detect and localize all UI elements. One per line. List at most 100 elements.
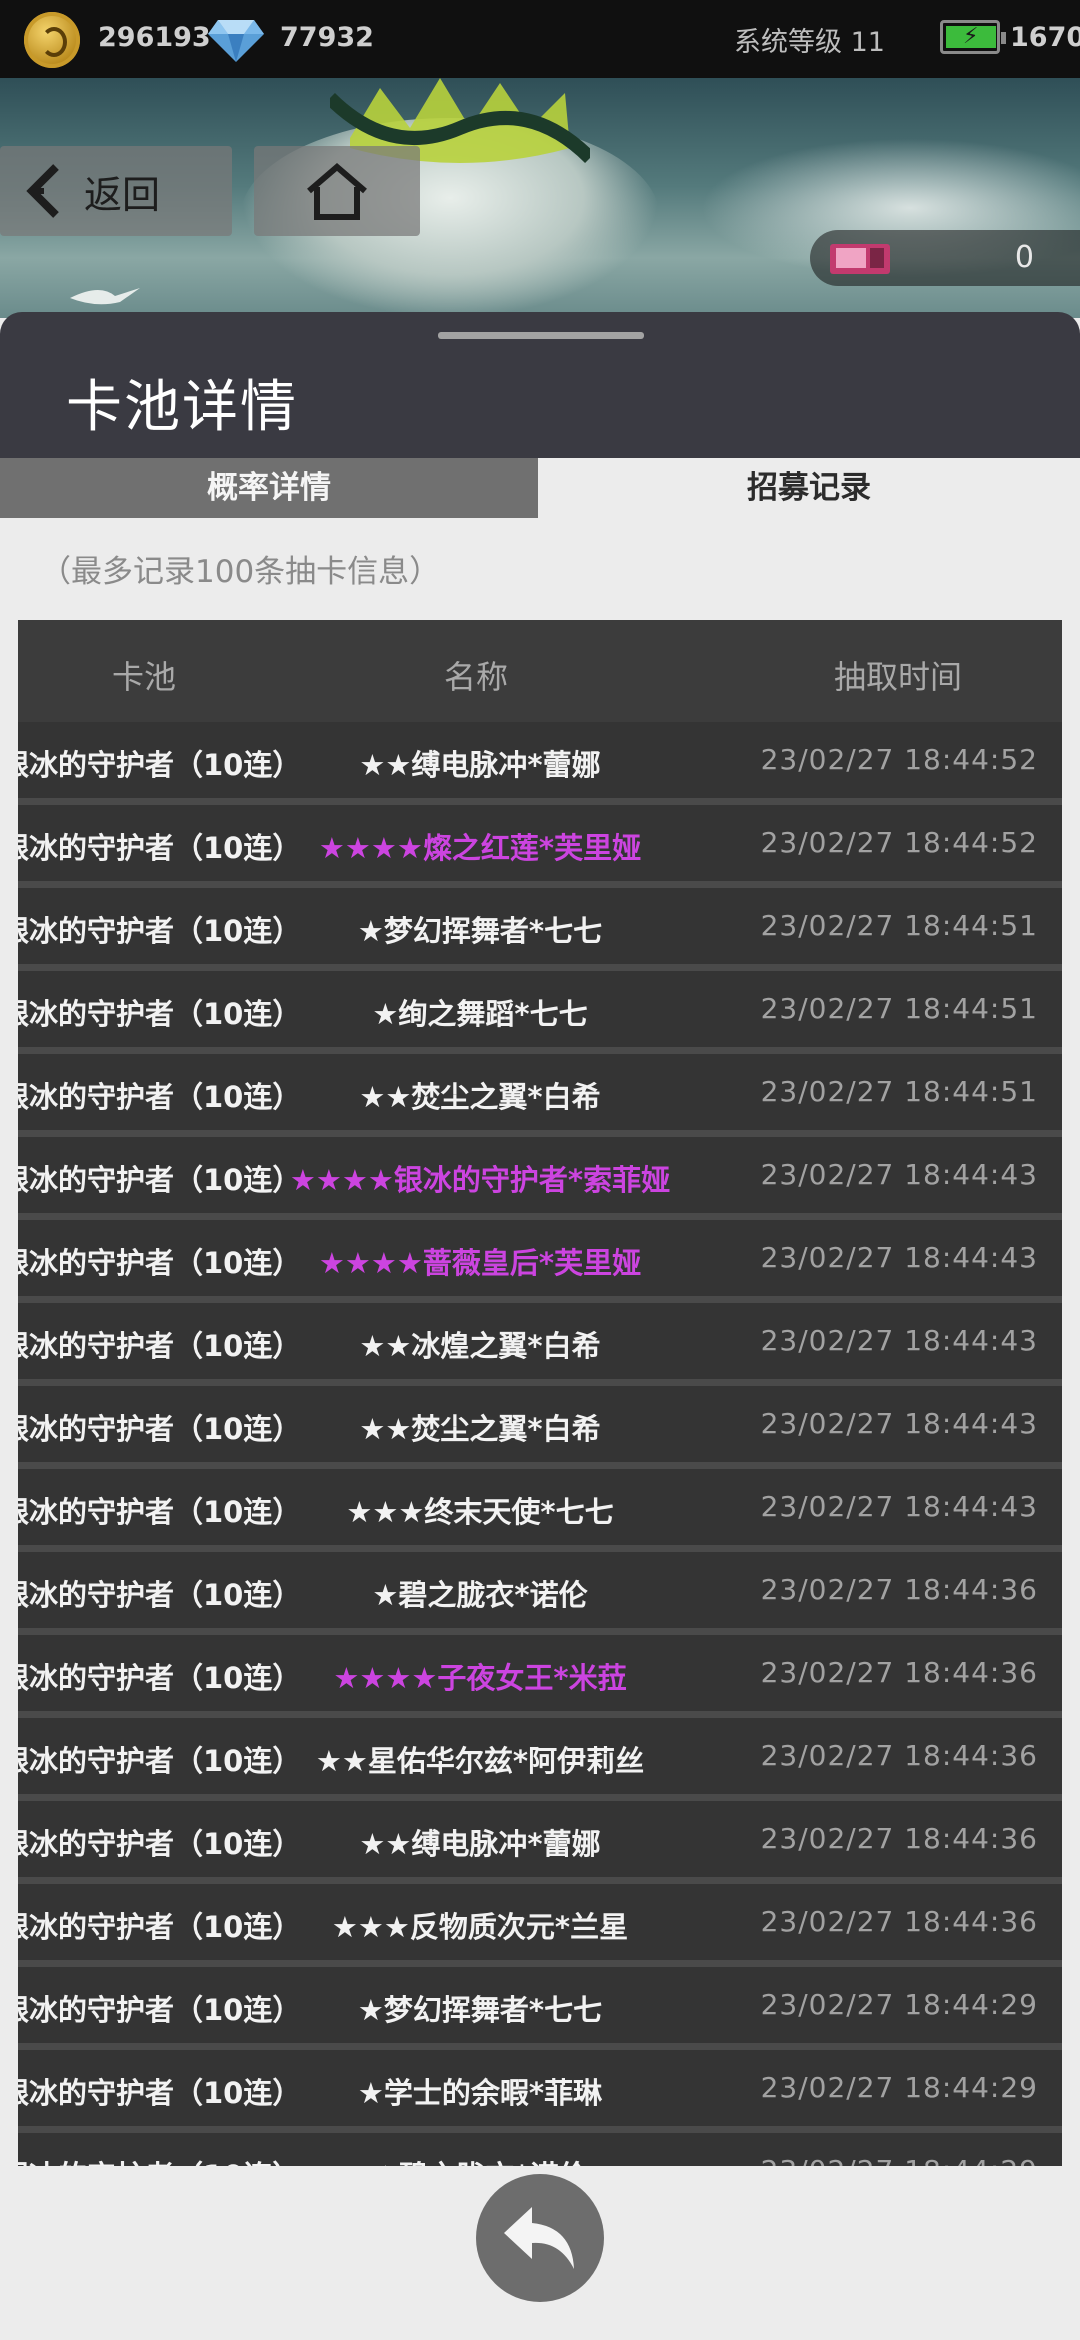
draw-time-cell: 23/02/27 18:44:29: [760, 2071, 1038, 2104]
pool-cell: 银冰的守护者（10连）: [18, 1080, 302, 1114]
table-row: 银冰的守护者（10连） ★梦幻挥舞者*七七 23/02/27 18:44:29: [18, 1967, 1062, 2050]
draw-time-cell: 23/02/27 18:44:51: [760, 1075, 1038, 1108]
table-row: 银冰的守护者（10连） ★碧之胧衣*诺伦 23/02/27 18:44:29: [18, 2133, 1062, 2166]
page-title: 卡池详情: [66, 375, 298, 440]
table-row: 银冰的守护者（10连） ★★★★子夜女王*米菈 23/02/27 18:44:36: [18, 1635, 1062, 1718]
table-row: 银冰的守护者（10连） ★★★★银冰的守护者*索菲娅 23/02/27 18:44:…: [18, 1137, 1062, 1220]
draw-time-cell: 23/02/27 18:44:29: [761, 2154, 1038, 2166]
header-pool: 卡池: [112, 658, 177, 696]
sheet-header: 卡池详情: [0, 312, 1080, 458]
draw-time-cell: 23/02/27 18:44:36: [760, 1656, 1038, 1689]
status-bar: 296193 77932 系统等级 11 ⚡ 1670: [0, 0, 1080, 78]
table-row: 银冰的守护者（10连） ★★★★燦之红莲*芙里娅 23/02/27 18:44:52: [18, 805, 1062, 888]
card-name-cell: ★★缚电脉冲*蕾娜: [359, 1827, 601, 1861]
table-row: 银冰的守护者（10连） ★★星佑华尔兹*阿伊莉丝 23/02/27 18:44:36: [18, 1718, 1062, 1801]
draw-time-cell: 23/02/27 18:44:43: [760, 1158, 1038, 1191]
card-name-cell: ★★★★蔷薇皇后*芙里娅: [318, 1246, 642, 1280]
card-name-cell: ★绚之舞蹈*七七: [372, 997, 588, 1031]
draw-time-cell: 23/02/27 18:44:43: [760, 1324, 1038, 1357]
draw-time-cell: 23/02/27 18:44:51: [760, 909, 1038, 942]
pool-cell: 银冰的守护者（10连）: [18, 2076, 302, 2110]
card-name-cell: ★★★★银冰的守护者*索菲娅: [289, 1163, 671, 1197]
draw-time-cell: 23/02/27 18:44:52: [760, 743, 1038, 776]
draw-time-cell: 23/02/27 18:44:43: [760, 1490, 1038, 1523]
table-row: 银冰的守护者（10连） ★★焚尘之翼*白希 23/02/27 18:44:43: [18, 1386, 1062, 1469]
pool-cell: 银冰的守护者（10连）: [18, 1329, 302, 1363]
table-row: 银冰的守护者（10连） ★绚之舞蹈*七七 23/02/27 18:44:51: [18, 971, 1062, 1054]
home-icon: [307, 163, 367, 220]
card-name-cell: ★★★★燦之红莲*芙里娅: [318, 831, 642, 865]
pool-cell: 银冰的守护者（10连）: [18, 1661, 302, 1695]
back-button[interactable]: 返回: [0, 146, 232, 236]
header-time: 抽取时间: [834, 658, 963, 696]
table-row: 银冰的守护者（10连） ★碧之胧衣*诺伦 23/02/27 18:44:36: [18, 1552, 1062, 1635]
draw-time-cell: 23/02/27 18:44:43: [760, 1241, 1038, 1274]
records-table: 卡池 名称 抽取时间 银冰的守护者（10连） ★★缚电脉冲*蕾娜 23/02/27 …: [18, 620, 1062, 2166]
table-row: 银冰的守护者（10连） ★学士的余暇*菲琳 23/02/27 18:44:29: [18, 2050, 1062, 2133]
card-name-cell: ★★★终末天使*七七: [346, 1495, 614, 1529]
pool-cell: 银冰的守护者（10连）: [18, 1827, 302, 1861]
battery-icon: ⚡: [940, 20, 1006, 54]
table-row: 银冰的守护者（10连） ★梦幻挥舞者*七七 23/02/27 18:44:51: [18, 888, 1062, 971]
pool-cell: 银冰的守护者（10连）: [18, 1412, 302, 1446]
header-name: 名称: [444, 658, 509, 696]
card-name-cell: ★学士的余暇*菲琳: [357, 2076, 603, 2110]
table-header: 卡池 名称 抽取时间: [18, 620, 1062, 722]
coin-icon: [24, 12, 80, 68]
pool-cell: 银冰的守护者（10连）: [18, 1578, 302, 1612]
pool-cell: 银冰的守护者（10连）: [18, 1246, 302, 1280]
record-limit-note: （最多记录100条抽卡信息）: [40, 554, 441, 590]
table-row: 银冰的守护者（10连） ★★缚电脉冲*蕾娜 23/02/27 18:44:52: [18, 722, 1062, 805]
draw-time-cell: 23/02/27 18:44:36: [760, 1822, 1038, 1855]
pool-cell: 银冰的守护者（10连）: [18, 997, 302, 1031]
back-label: 返回: [84, 172, 161, 217]
card-name-cell: ★碧之胧衣*诺伦: [372, 1578, 588, 1612]
ticket-count: 0: [1014, 240, 1034, 275]
back-chevron-icon: [26, 164, 59, 218]
tab-bar: 概率详情 招募记录: [0, 458, 1080, 518]
system-level: 系统等级 11: [734, 27, 885, 58]
pool-cell: 银冰的守护者（10连）: [18, 1993, 302, 2027]
gem-count: 77932: [280, 22, 374, 53]
pool-cell: 银冰的守护者（10连）: [18, 831, 302, 865]
card-name-cell: ★★冰煌之翼*白希: [359, 1329, 601, 1363]
pool-cell: 银冰的守护者（10连）: [18, 1744, 302, 1778]
draw-time-cell: 23/02/27 18:44:43: [760, 1407, 1038, 1440]
card-name-cell: ★★焚尘之翼*白希: [359, 1080, 601, 1114]
table-row: 银冰的守护者（10连） ★★★反物质次元*兰星 23/02/27 18:44:36: [18, 1884, 1062, 1967]
table-row: 银冰的守护者（10连） ★★缚电脉冲*蕾娜 23/02/27 18:44:36: [18, 1801, 1062, 1884]
ticket-icon: [830, 244, 890, 274]
tab-odds-details[interactable]: 概率详情: [0, 458, 538, 518]
ticket-counter: 0: [810, 230, 1080, 286]
pool-cell: 银冰的守护者（10连）: [18, 748, 302, 782]
return-button[interactable]: [476, 2174, 604, 2302]
card-name-cell: ★★缚电脉冲*蕾娜: [359, 748, 601, 782]
return-arrow-icon: [504, 2207, 574, 2269]
draw-time-cell: 23/02/27 18:44:36: [760, 1573, 1038, 1606]
card-name-cell: ★碧之胧衣*诺伦: [372, 2153, 587, 2166]
draw-time-cell: 23/02/27 18:44:51: [760, 992, 1038, 1025]
card-name-cell: ★★★反物质次元*兰星: [331, 1910, 629, 1944]
pool-cell: 银冰的守护者（10连）: [18, 1495, 302, 1529]
drag-handle[interactable]: [438, 332, 644, 339]
tab-recruit-records[interactable]: 招募记录: [538, 458, 1080, 518]
draw-time-cell: 23/02/27 18:44:36: [760, 1905, 1038, 1938]
card-name-cell: ★★★★子夜女王*米菈: [333, 1661, 627, 1695]
table-row: 银冰的守护者（10连） ★★★★蔷薇皇后*芙里娅 23/02/27 18:44:43: [18, 1220, 1062, 1303]
draw-time-cell: 23/02/27 18:44:52: [760, 826, 1038, 859]
card-name-cell: ★★焚尘之翼*白希: [359, 1412, 601, 1446]
coin-count: 296193: [98, 22, 211, 53]
pool-cell: 银冰的守护者（10连）: [18, 914, 302, 948]
card-name-cell: ★梦幻挥舞者*七七: [357, 914, 603, 948]
background-art: 返回 0: [0, 78, 1080, 318]
energy-count: 1670: [1010, 22, 1080, 53]
draw-time-cell: 23/02/27 18:44:29: [760, 1988, 1038, 2021]
table-row: 银冰的守护者（10连） ★★★终末天使*七七 23/02/27 18:44:43: [18, 1469, 1062, 1552]
gem-icon: [208, 20, 264, 62]
draw-time-cell: 23/02/27 18:44:36: [760, 1739, 1038, 1772]
pool-cell: 银冰的守护者（10连）: [18, 1163, 302, 1197]
home-button[interactable]: [254, 146, 420, 236]
card-name-cell: ★梦幻挥舞者*七七: [357, 1993, 603, 2027]
pool-cell: 银冰的守护者（10连）: [18, 1910, 302, 1944]
table-row: 银冰的守护者（10连） ★★冰煌之翼*白希 23/02/27 18:44:43: [18, 1303, 1062, 1386]
